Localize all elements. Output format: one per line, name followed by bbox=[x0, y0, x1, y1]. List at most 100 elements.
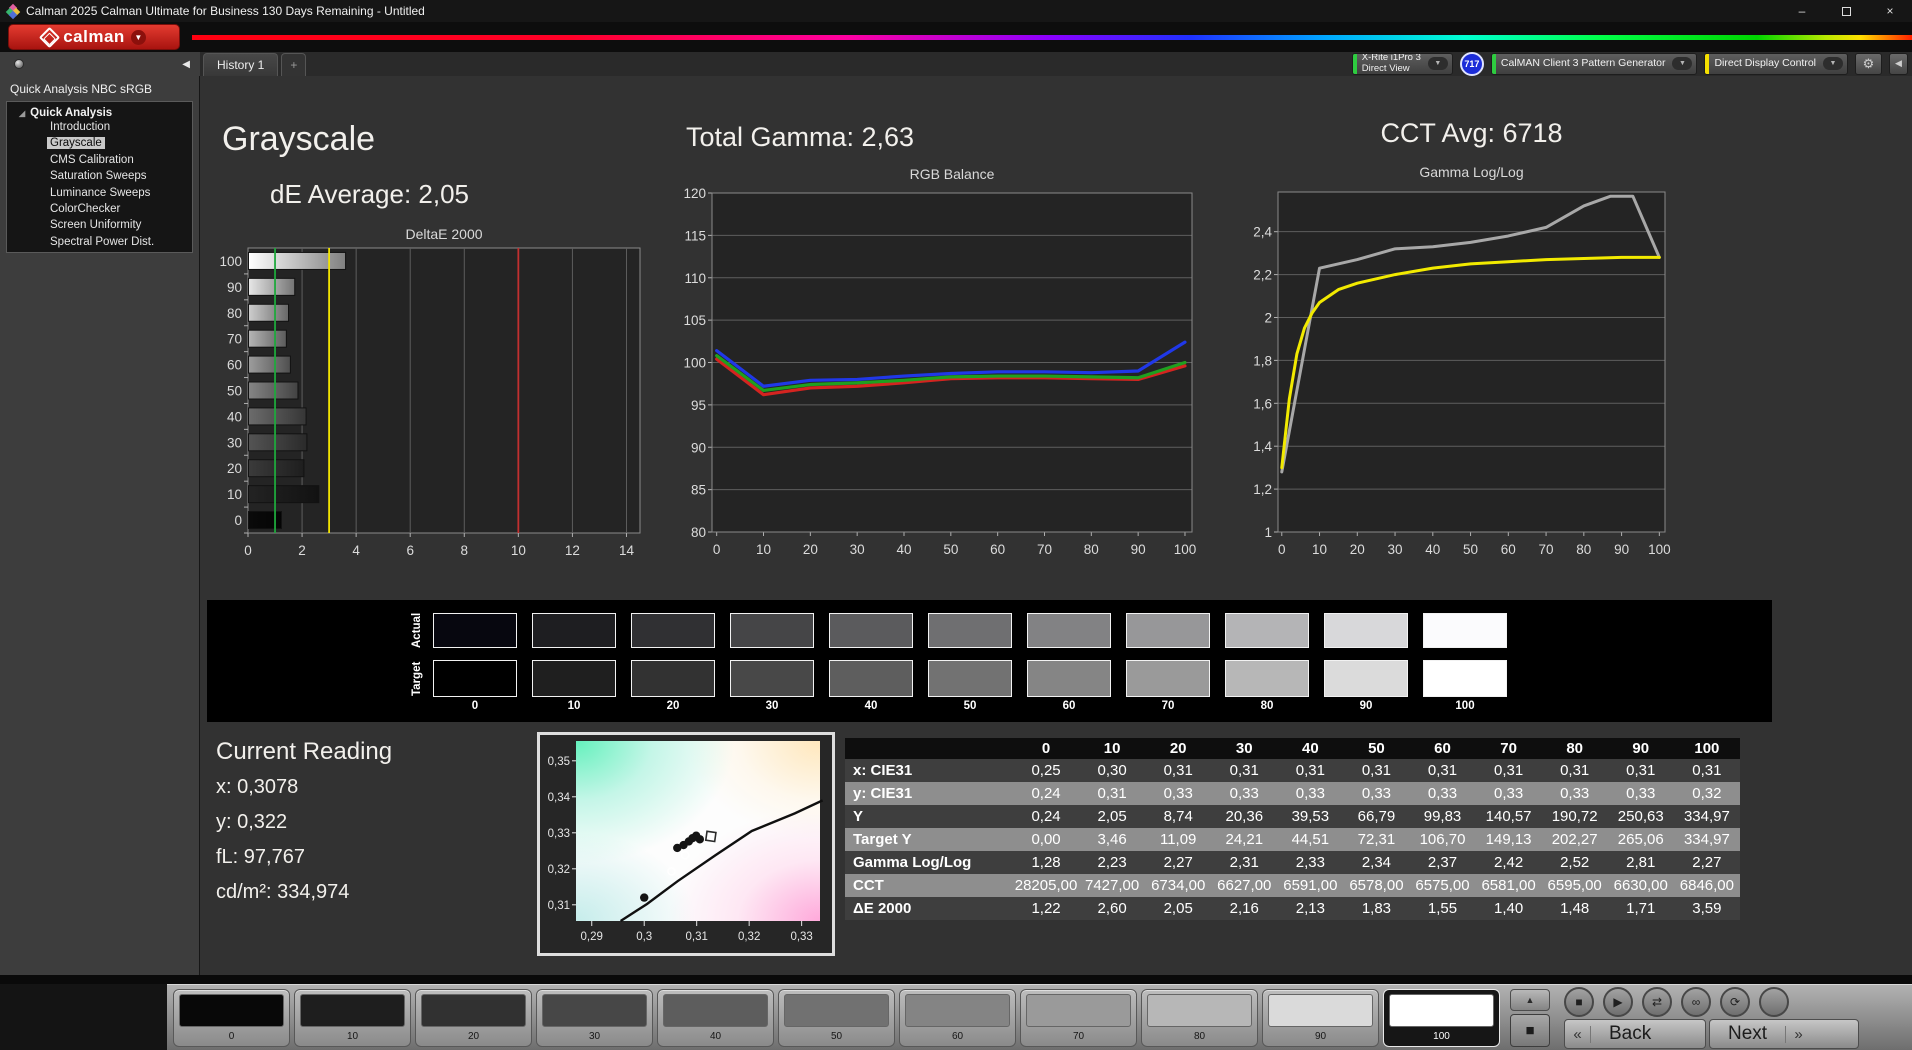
table-cell: 2,60 bbox=[1079, 897, 1145, 920]
sidebar-item-spectral-power-dist[interactable]: Spectral Power Dist. bbox=[7, 234, 192, 250]
pattern-patch-button-20[interactable]: 20 bbox=[415, 989, 532, 1047]
exposure-badge[interactable]: 717 bbox=[1460, 52, 1484, 76]
sidebar-item-screen-uniformity[interactable]: Screen Uniformity bbox=[7, 217, 192, 233]
pattern-patch-button-60[interactable]: 60 bbox=[899, 989, 1016, 1047]
reading-x: x: 0,3078 bbox=[216, 776, 392, 799]
patch-label: 0 bbox=[174, 1031, 289, 1042]
patch-chip bbox=[1268, 994, 1373, 1027]
tree-root-label: Quick Analysis bbox=[30, 107, 112, 119]
svg-text:100: 100 bbox=[683, 356, 706, 371]
table-cell: 39,53 bbox=[1277, 805, 1343, 828]
svg-text:70: 70 bbox=[1037, 542, 1052, 557]
minimize-button[interactable]: – bbox=[1780, 0, 1824, 22]
loop-button[interactable]: ⟳ bbox=[1720, 987, 1750, 1017]
stop-icon: ■ bbox=[1575, 995, 1582, 1009]
actual-swatch-90 bbox=[1324, 613, 1408, 648]
title-bar: Calman 2025 Calman Ultimate for Business… bbox=[0, 0, 1912, 22]
actual-swatch-0 bbox=[433, 613, 517, 648]
sidebar-item-colorchecker[interactable]: ColorChecker bbox=[7, 201, 192, 217]
actual-swatch-100 bbox=[1423, 613, 1507, 648]
pattern-patch-button-50[interactable]: 50 bbox=[778, 989, 895, 1047]
table-row-e-2000: ΔE 20001,222,602,052,162,131,831,551,401… bbox=[845, 897, 1740, 920]
stop-button[interactable]: ■ bbox=[1564, 987, 1594, 1017]
target-row-label: Target bbox=[411, 660, 427, 697]
tab-add-button[interactable]: + bbox=[281, 53, 306, 76]
calman-menu-button[interactable]: calman ▼ bbox=[8, 24, 180, 50]
sidebar-item-luminance-sweeps[interactable]: Luminance Sweeps bbox=[7, 185, 192, 201]
meter-device-button[interactable]: X-Rite i1Pro 3Direct View ▼ bbox=[1352, 53, 1453, 75]
table-cell: 334,97 bbox=[1674, 805, 1740, 828]
status-led-icon bbox=[14, 59, 24, 69]
sidebar-header: ◀ bbox=[0, 52, 200, 76]
table-cell: 1,40 bbox=[1476, 897, 1542, 920]
back-button[interactable]: « Back bbox=[1564, 1019, 1706, 1049]
meter-pattern-generator-button[interactable]: CalMAN Client 3 Pattern Generator ▼ bbox=[1491, 53, 1698, 75]
table-cell: 0,33 bbox=[1542, 782, 1608, 805]
sidebar-item-grayscale[interactable]: Grayscale bbox=[7, 135, 192, 151]
sidebar: Quick Analysis NBC sRGB ◢ Quick Analysis… bbox=[0, 76, 200, 975]
next-button[interactable]: Next » bbox=[1709, 1019, 1859, 1049]
current-reading-panel: Current Reading x: 0,3078 y: 0,322 fL: 9… bbox=[216, 738, 392, 916]
target-swatch-40 bbox=[829, 660, 913, 697]
maximize-button[interactable] bbox=[1824, 0, 1868, 22]
table-col-50: 50 bbox=[1343, 738, 1409, 759]
tree-root-quick-analysis[interactable]: ◢ Quick Analysis bbox=[7, 107, 192, 119]
pattern-patch-button-10[interactable]: 10 bbox=[294, 989, 411, 1047]
play-button[interactable]: ▶ bbox=[1603, 987, 1633, 1017]
table-cell: 0,31 bbox=[1674, 759, 1740, 782]
table-cell: 334,97 bbox=[1674, 828, 1740, 851]
svg-text:0,33: 0,33 bbox=[790, 931, 812, 943]
infinity-button[interactable]: ∞ bbox=[1681, 987, 1711, 1017]
sidebar-item-cms-calibration[interactable]: CMS Calibration bbox=[7, 152, 192, 168]
target-swatch-20 bbox=[631, 660, 715, 697]
svg-text:10: 10 bbox=[756, 542, 771, 557]
svg-text:30: 30 bbox=[1388, 542, 1403, 557]
table-cell: 0,24 bbox=[1013, 805, 1079, 828]
svg-text:90: 90 bbox=[691, 440, 706, 455]
meter-display-control-button[interactable]: Direct Display Control ▼ bbox=[1704, 53, 1848, 75]
panel-expand-button[interactable]: ▲ bbox=[1510, 989, 1550, 1011]
svg-text:30: 30 bbox=[227, 435, 242, 450]
loop-icon: ⟳ bbox=[1730, 995, 1740, 1009]
extra-button[interactable] bbox=[1759, 987, 1789, 1017]
swatch-level-label: 70 bbox=[1126, 700, 1210, 712]
pattern-patch-button-0[interactable]: 0 bbox=[173, 989, 290, 1047]
close-button[interactable]: × bbox=[1868, 0, 1912, 22]
target-swatch-row bbox=[433, 660, 1507, 697]
pattern-patch-button-30[interactable]: 30 bbox=[536, 989, 653, 1047]
target-swatch-90 bbox=[1324, 660, 1408, 697]
sidebar-item-saturation-sweeps[interactable]: Saturation Sweeps bbox=[7, 168, 192, 184]
pattern-patch-button-100[interactable]: 100 bbox=[1383, 989, 1500, 1047]
table-cell: 265,06 bbox=[1608, 828, 1674, 851]
step-button[interactable]: ⇄ bbox=[1642, 987, 1672, 1017]
table-cell: 2,27 bbox=[1145, 851, 1211, 874]
chevron-down-icon[interactable]: ▼ bbox=[1672, 57, 1692, 70]
table-cell: 2,52 bbox=[1542, 851, 1608, 874]
table-cell: 11,09 bbox=[1145, 828, 1211, 851]
table-col-30: 30 bbox=[1211, 738, 1277, 759]
svg-text:10: 10 bbox=[227, 487, 242, 502]
meter-device-line1: X-Rite i1Pro 3 bbox=[1362, 53, 1421, 64]
patch-chip bbox=[1147, 994, 1252, 1027]
svg-text:2: 2 bbox=[1264, 310, 1272, 325]
tab-history-1[interactable]: History 1 bbox=[203, 53, 278, 76]
pattern-window-button[interactable]: ■ bbox=[1510, 1014, 1550, 1047]
settings-button[interactable]: ⚙ bbox=[1855, 53, 1882, 75]
meterbar-collapse-button[interactable]: ◀ bbox=[1889, 53, 1908, 75]
svg-text:0,32: 0,32 bbox=[738, 931, 760, 943]
pattern-patch-button-40[interactable]: 40 bbox=[657, 989, 774, 1047]
svg-text:8: 8 bbox=[461, 543, 469, 558]
meter-pattern-generator-label: CalMAN Client 3 Pattern Generator bbox=[1496, 58, 1668, 70]
sidebar-item-introduction[interactable]: Introduction bbox=[7, 119, 192, 135]
pattern-patch-button-70[interactable]: 70 bbox=[1020, 989, 1137, 1047]
pattern-patch-button-80[interactable]: 80 bbox=[1141, 989, 1258, 1047]
rainbow-strip bbox=[192, 35, 1912, 40]
patch-label: 100 bbox=[1384, 1031, 1499, 1042]
chevron-down-icon[interactable]: ▼ bbox=[1428, 57, 1448, 70]
sidebar-collapse-button[interactable]: ◀ bbox=[182, 59, 190, 70]
pattern-patch-button-90[interactable]: 90 bbox=[1262, 989, 1379, 1047]
table-cell: 0,31 bbox=[1476, 759, 1542, 782]
chevron-down-icon[interactable]: ▼ bbox=[1823, 57, 1843, 70]
svg-text:0,3: 0,3 bbox=[636, 931, 652, 943]
table-cell: 0,33 bbox=[1145, 782, 1211, 805]
